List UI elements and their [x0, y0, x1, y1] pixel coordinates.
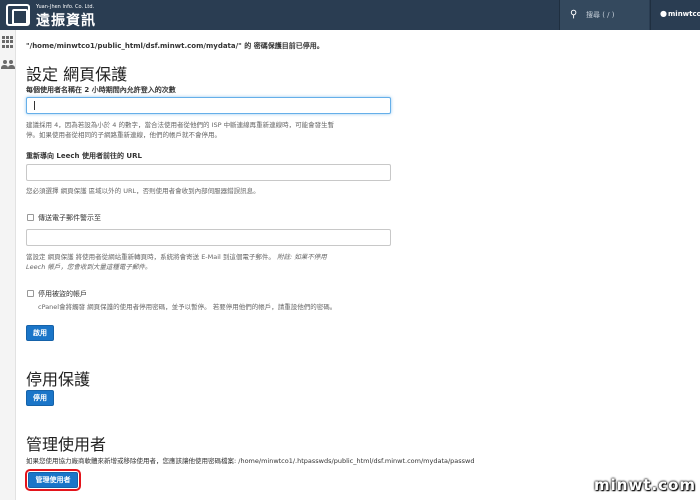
manage-users-button[interactable]: 管理使用者	[25, 469, 81, 491]
email-help-line-1: 當設定 網頁保護 將使用者從網站重新轉頁時，系統將會寄送 E-Mail 到這個電…	[26, 253, 327, 261]
manage-users-heading: 管理使用者	[26, 435, 107, 454]
attempts-help-line-1: 建議採用 4，因為若設為小於 4 的數字，當合法使用者從他們的 ISP 中斷連線…	[26, 121, 335, 129]
disable-protection-heading: 停用保護	[26, 370, 91, 389]
attempts-input[interactable]	[26, 97, 391, 114]
email-help-line-2: Leech 帳戶，您會收到大量這種電子郵件。	[26, 263, 152, 271]
grid-icon[interactable]	[2, 36, 14, 48]
setup-heading: 設定 網頁保護	[26, 65, 128, 84]
enable-button[interactable]: 啟用	[26, 325, 54, 341]
user-menu[interactable]: ● minwtco1	[650, 0, 700, 30]
logo-mark	[6, 4, 30, 26]
manage-users-description: 如果您使用協力廠商軟體來新增或移除使用者，您應該讓他使用密碼檔案: /home/…	[26, 457, 475, 465]
search-icon: ⚲	[570, 9, 578, 20]
brand-logo[interactable]: Yuan-Jhen Info. Co. Ltd. 遠振資訊	[4, 2, 104, 29]
email-help-note: 附註: 如果不停用	[277, 253, 327, 261]
username: minwtco1	[668, 10, 700, 18]
redirect-url-label: 重新導向 Leech 使用者前往的 URL	[26, 152, 142, 160]
logo-chinese-name: 遠振資訊	[36, 13, 96, 29]
redirect-url-input[interactable]	[26, 164, 391, 181]
disable-accounts-label: 停用被盜的帳戶	[38, 290, 87, 298]
disable-accounts-help: cPanel會將觸發 網頁保護的使用者停用密碼，並予以暫停。 若要停用他們的帳戶…	[38, 303, 337, 311]
watermark: minwt.com	[594, 476, 697, 494]
user-icon: ●	[660, 9, 667, 18]
attempts-label: 每個使用者名稱在 2 小時期間內允許登入的次數	[26, 86, 176, 94]
email-alert-label: 傳送電子郵件警示至	[38, 214, 101, 222]
left-sidebar	[0, 30, 16, 500]
attempts-help-line-2: 停。如果使用者從相同的子網路重新連線，他們的帳戶就不會停用。	[26, 131, 221, 139]
email-alert-checkbox[interactable]	[27, 214, 34, 221]
redirect-url-help: 您必須選擇 網頁保護 區域以外的 URL，否則使用者會收到內部伺服器錯誤訊息。	[26, 187, 260, 195]
users-icon[interactable]	[1, 60, 15, 70]
email-alert-input[interactable]	[26, 229, 391, 246]
search-box[interactable]: ⚲ 搜尋 ( / )	[559, 0, 649, 30]
disable-accounts-checkbox[interactable]	[27, 290, 34, 297]
search-placeholder: 搜尋 ( / )	[586, 11, 615, 19]
disable-button[interactable]: 停用	[26, 390, 54, 406]
top-bar: Yuan-Jhen Info. Co. Ltd. 遠振資訊 ⚲ 搜尋 ( / )…	[0, 0, 700, 30]
text-caret	[34, 101, 35, 110]
status-notice: "/home/minwtco1/public_html/dsf.minwt.co…	[26, 42, 324, 50]
